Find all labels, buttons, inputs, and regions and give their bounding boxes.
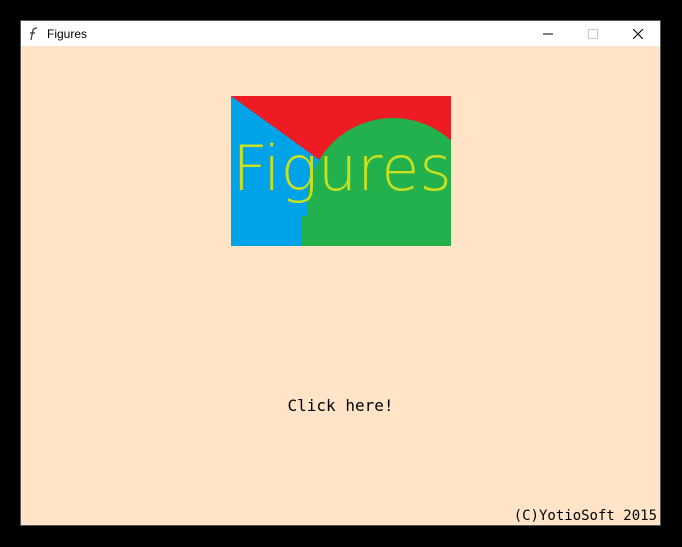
logo-green-bottom — [301, 216, 451, 246]
click-here-button[interactable]: Click here! — [21, 396, 660, 415]
copyright-text: (C)YotioSoft 2015 — [513, 508, 657, 524]
window-title: Figures — [47, 26, 88, 41]
logo-text: Figures — [232, 132, 451, 205]
figures-app-icon[interactable] — [25, 26, 41, 42]
close-icon — [632, 28, 643, 39]
client-area: Figures Click here! (C)YotioSoft 2015 — [21, 46, 660, 526]
title-bar[interactable]: Figures — [21, 21, 660, 46]
maximize-button[interactable] — [570, 21, 615, 46]
app-window: Figures Figures Click here! (C)YotioSoft… — [20, 20, 661, 526]
figures-logo: Figures — [231, 96, 451, 246]
window-controls — [525, 21, 660, 46]
minimize-button[interactable] — [525, 21, 570, 46]
maximize-icon — [587, 28, 598, 39]
minimize-icon — [542, 33, 553, 34]
close-button[interactable] — [615, 21, 660, 46]
